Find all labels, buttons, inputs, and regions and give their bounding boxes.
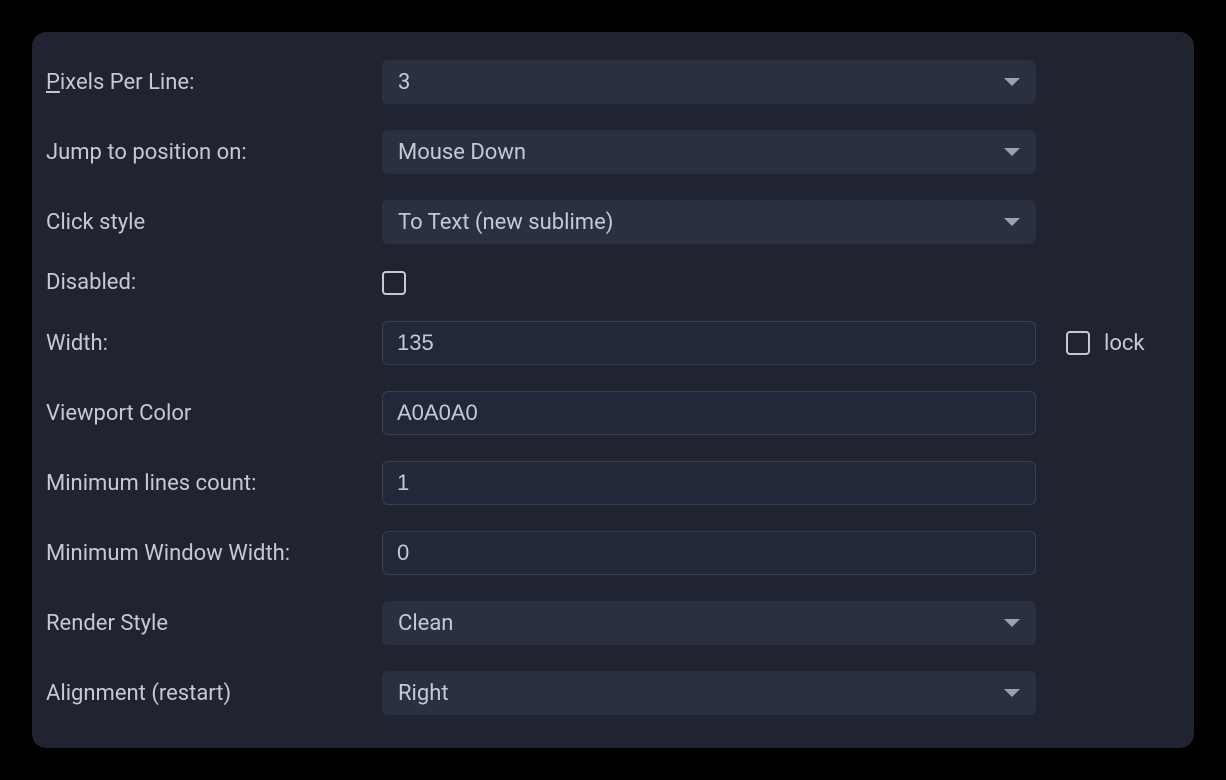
select-jump-to-position[interactable]: Mouse Down [382,130,1036,174]
row-disabled: Disabled: [42,270,1184,295]
input-min-window-width[interactable] [382,531,1036,575]
label-disabled: Disabled: [42,270,382,295]
label-viewport-color: Viewport Color [42,401,382,426]
select-value: Clean [398,611,453,636]
label-lock: lock [1104,331,1145,356]
select-pixels-per-line[interactable]: 3 [382,60,1036,104]
row-min-window-width: Minimum Window Width: [42,531,1184,575]
input-viewport-color[interactable] [382,391,1036,435]
chevron-down-icon [1004,148,1020,156]
label-min-lines: Minimum lines count: [42,471,382,496]
row-viewport-color: Viewport Color [42,391,1184,435]
row-min-lines: Minimum lines count: [42,461,1184,505]
chevron-down-icon [1004,689,1020,697]
settings-panel: Pixels Per Line: 3 Jump to position on: … [32,32,1194,748]
checkbox-lock[interactable] [1066,331,1090,355]
chevron-down-icon [1004,619,1020,627]
checkbox-disabled[interactable] [382,271,406,295]
input-width[interactable] [382,321,1036,365]
label-click-style: Click style [42,210,382,235]
row-width: Width: lock [42,321,1184,365]
chevron-down-icon [1004,218,1020,226]
label-alignment: Alignment (restart) [42,681,382,706]
row-alignment: Alignment (restart) Right [42,671,1184,715]
label-jump-to-position: Jump to position on: [42,140,382,165]
row-pixels-per-line: Pixels Per Line: 3 [42,60,1184,104]
row-render-style: Render Style Clean [42,601,1184,645]
select-value: Right [398,681,449,706]
row-jump-to-position: Jump to position on: Mouse Down [42,130,1184,174]
chevron-down-icon [1004,78,1020,86]
label-render-style: Render Style [42,611,382,636]
lock-group: lock [1066,331,1145,356]
label-pixels-per-line: Pixels Per Line: [42,70,382,95]
select-value: Mouse Down [398,140,526,165]
select-click-style[interactable]: To Text (new sublime) [382,200,1036,244]
select-render-style[interactable]: Clean [382,601,1036,645]
select-alignment[interactable]: Right [382,671,1036,715]
select-value: To Text (new sublime) [398,210,613,235]
label-min-window-width: Minimum Window Width: [42,541,382,566]
select-value: 3 [398,70,410,95]
label-width: Width: [42,331,382,356]
input-min-lines[interactable] [382,461,1036,505]
row-click-style: Click style To Text (new sublime) [42,200,1184,244]
